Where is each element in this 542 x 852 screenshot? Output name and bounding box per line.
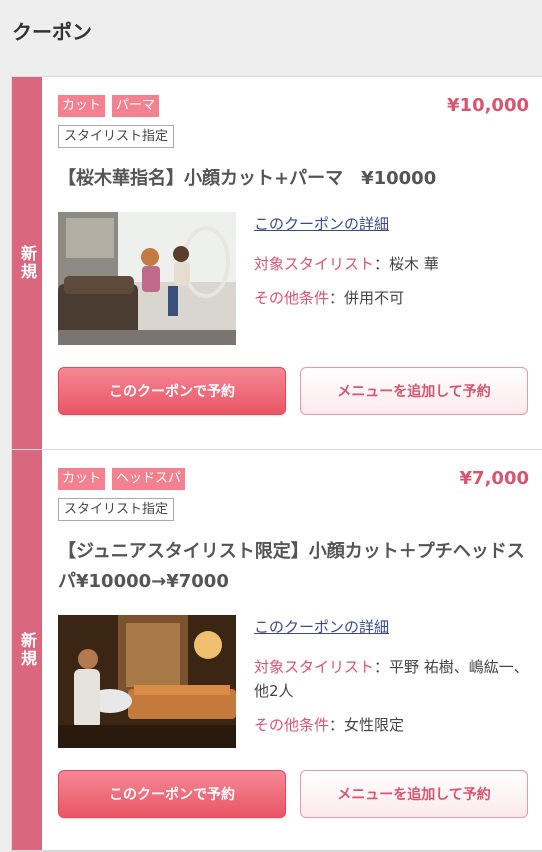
coupon-title[interactable]: 【桜木華指名】小顔カット+パーマ ¥10000 — [58, 164, 529, 194]
page-title: クーポン — [12, 19, 92, 44]
stylist-designation-tag: スタイリスト指定 — [58, 125, 175, 148]
new-badge: 新規 — [12, 450, 42, 850]
coupon-photo — [58, 615, 236, 748]
coupon-title[interactable]: 【ジュニアスタイリスト限定】小顔カット＋プチヘッドスパ¥10000→¥7000 — [58, 537, 529, 597]
tag-cut: カット — [58, 468, 106, 490]
coupon-detail-link[interactable]: このクーポンの詳細 — [254, 212, 439, 236]
other-conditions-row: その他条件：併用不可 — [254, 286, 439, 310]
tag-head-spa: ヘッドスパ — [112, 468, 186, 490]
other-conditions-value: ：併用不可 — [329, 289, 405, 307]
stylist-designation-tag: スタイリスト指定 — [58, 498, 175, 521]
other-conditions-value: ：女性限定 — [329, 716, 405, 734]
coupon-info: このクーポンの詳細 対象スタイリスト：桜木 華 その他条件：併用不可 — [254, 212, 439, 345]
other-conditions-label: その他条件 — [254, 289, 330, 307]
coupon-buttons: このクーポンで予約 メニューを追加して予約 — [58, 367, 529, 415]
tag-cut: カット — [58, 95, 106, 117]
coupon-body: ¥7,000 カット ヘッドスパ スタイリスト指定 【ジュニアスタイリスト限定】… — [42, 450, 542, 850]
target-stylist-value: ：桜木 華 — [374, 255, 439, 273]
add-menu-and-reserve-button[interactable]: メニューを追加して予約 — [300, 367, 528, 415]
other-conditions-label: その他条件 — [254, 716, 330, 734]
coupon-tags: カット ヘッドスパ — [58, 468, 529, 490]
coupon-detail: このクーポンの詳細 対象スタイリスト：平野 祐樹、嶋紘一、他2人 その他条件：女… — [58, 615, 529, 748]
add-menu-and-reserve-button[interactable]: メニューを追加して予約 — [300, 770, 528, 818]
page-header: クーポン — [0, 0, 542, 60]
reserve-with-coupon-button[interactable]: このクーポンで予約 — [58, 367, 286, 415]
coupon-detail: このクーポンの詳細 対象スタイリスト：桜木 華 その他条件：併用不可 — [58, 212, 529, 345]
coupon-photo — [58, 212, 236, 345]
coupon-card: 新規 ¥7,000 カット ヘッドスパ スタイリスト指定 【ジュニアスタイリスト… — [12, 450, 542, 851]
target-stylist-row: 対象スタイリスト：平野 祐樹、嶋紘一、他2人 — [254, 655, 529, 703]
target-stylist-label: 対象スタイリスト — [254, 658, 375, 676]
target-stylist-row: 対象スタイリスト：桜木 華 — [254, 252, 439, 276]
coupon-body: ¥10,000 カット パーマ スタイリスト指定 【桜木華指名】小顔カット+パー… — [42, 77, 542, 449]
reserve-with-coupon-button[interactable]: このクーポンで予約 — [58, 770, 286, 818]
coupon-price: ¥7,000 — [459, 468, 529, 489]
tag-perm: パーマ — [112, 95, 160, 117]
new-badge: 新規 — [12, 77, 42, 449]
coupon-detail-link[interactable]: このクーポンの詳細 — [254, 615, 529, 639]
coupon-price: ¥10,000 — [447, 95, 529, 116]
target-stylist-label: 対象スタイリスト — [254, 255, 375, 273]
coupon-card: 新規 ¥10,000 カット パーマ スタイリスト指定 【桜木華指名】小顔カット… — [12, 77, 542, 450]
coupon-info: このクーポンの詳細 対象スタイリスト：平野 祐樹、嶋紘一、他2人 その他条件：女… — [254, 615, 529, 748]
other-conditions-row: その他条件：女性限定 — [254, 713, 529, 737]
coupon-list: 新規 ¥10,000 カット パーマ スタイリスト指定 【桜木華指名】小顔カット… — [11, 76, 542, 852]
coupon-buttons: このクーポンで予約 メニューを追加して予約 — [58, 770, 529, 818]
